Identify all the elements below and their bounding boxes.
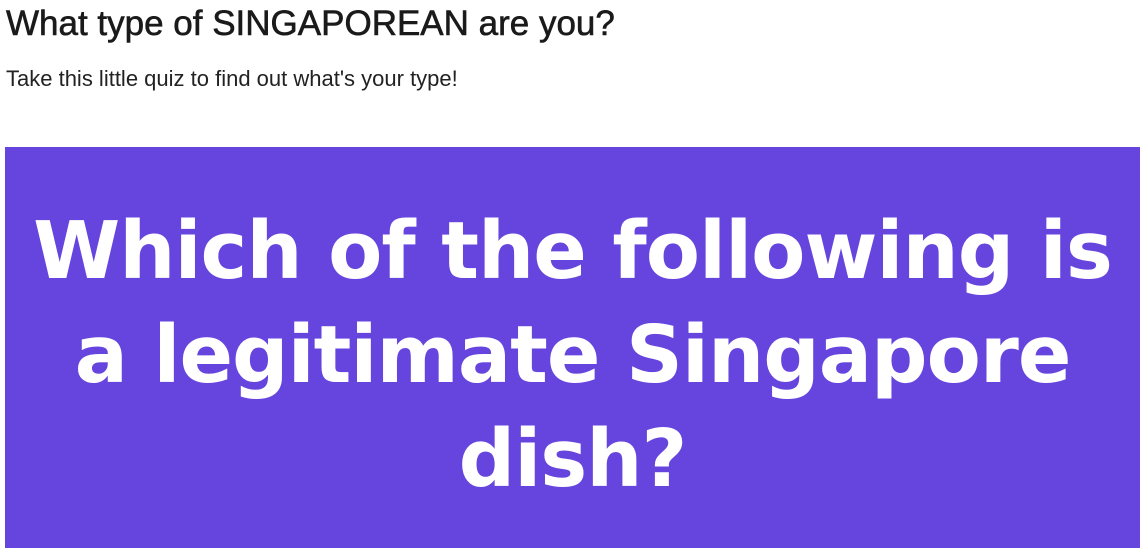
quiz-subtitle: Take this little quiz to find out what's… xyxy=(6,66,458,91)
quiz-title: What type of SINGAPOREAN are you? xyxy=(6,4,615,44)
question-card: Which of the following is a legitimate S… xyxy=(5,147,1140,548)
question-text: Which of the following is a legitimate S… xyxy=(33,205,1113,505)
